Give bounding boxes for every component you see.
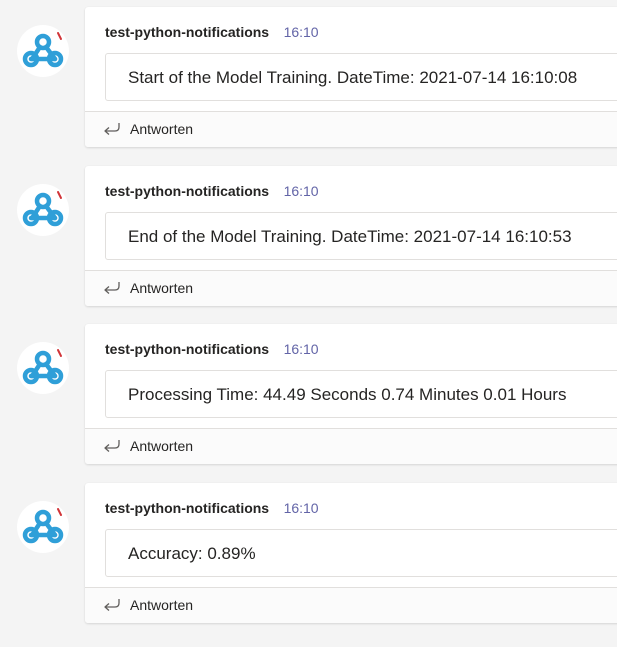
message-timestamp: 16:10 [283,341,319,357]
webhook-avatar-icon[interactable] [17,25,69,77]
message-text: Start of the Model Training. DateTime: 2… [128,68,578,87]
message: test-python-notifications 16:10 Start of… [0,7,617,147]
reply-button[interactable]: Antworten [85,587,617,623]
reply-arrow-icon [104,440,120,452]
message-text: Processing Time: 44.49 Seconds 0.74 Minu… [128,385,567,404]
message-card: test-python-notifications 16:10 Processi… [85,324,617,464]
webhook-avatar-icon[interactable] [17,501,69,553]
message-body: End of the Model Training. DateTime: 202… [105,212,617,260]
sender-name[interactable]: test-python-notifications [105,341,269,357]
message-header: test-python-notifications 16:10 [105,183,319,201]
message: test-python-notifications 16:10 Accuracy… [0,483,617,623]
message-timestamp: 16:10 [283,183,319,199]
reply-label: Antworten [130,597,194,613]
message-body: Accuracy: 0.89% [105,529,617,577]
message-body: Processing Time: 44.49 Seconds 0.74 Minu… [105,370,617,418]
message-timestamp: 16:10 [283,24,319,40]
message-card: test-python-notifications 16:10 End of t… [85,166,617,306]
reply-arrow-icon [104,599,120,611]
message-text: End of the Model Training. DateTime: 202… [128,227,572,246]
message-text: Accuracy: 0.89% [128,544,256,563]
message-header: test-python-notifications 16:10 [105,24,319,42]
sender-name[interactable]: test-python-notifications [105,183,269,199]
webhook-avatar-icon[interactable] [17,342,69,394]
message-body: Start of the Model Training. DateTime: 2… [105,53,617,101]
message: test-python-notifications 16:10 End of t… [0,166,617,306]
reply-label: Antworten [130,438,194,454]
reply-arrow-icon [104,123,120,135]
webhook-avatar-icon[interactable] [17,184,69,236]
message: test-python-notifications 16:10 Processi… [0,324,617,464]
reply-arrow-icon [104,282,120,294]
message-feed: test-python-notifications 16:10 Start of… [0,0,617,647]
reply-button[interactable]: Antworten [85,270,617,306]
reply-label: Antworten [130,121,194,137]
reply-button[interactable]: Antworten [85,428,617,464]
message-timestamp: 16:10 [283,500,319,516]
message-card: test-python-notifications 16:10 Start of… [85,7,617,147]
message-card: test-python-notifications 16:10 Accuracy… [85,483,617,623]
sender-name[interactable]: test-python-notifications [105,500,269,516]
reply-button[interactable]: Antworten [85,111,617,147]
sender-name[interactable]: test-python-notifications [105,24,269,40]
reply-label: Antworten [130,280,194,296]
message-header: test-python-notifications 16:10 [105,500,319,518]
message-header: test-python-notifications 16:10 [105,341,319,359]
